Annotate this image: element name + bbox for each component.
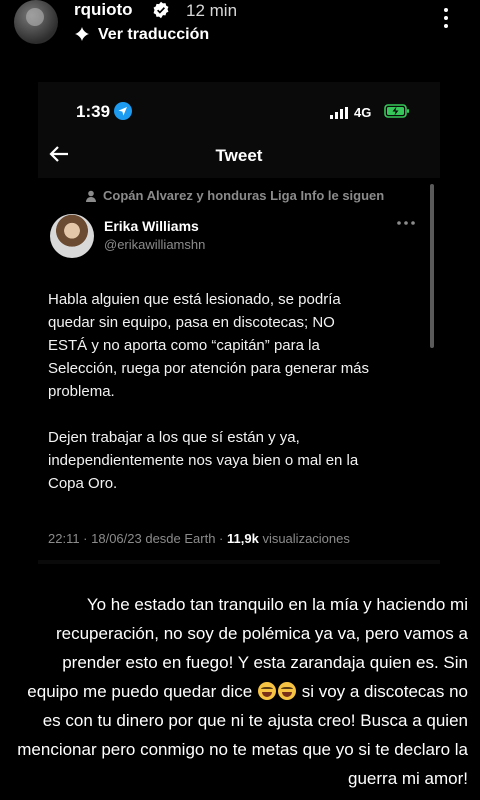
- more-options-icon[interactable]: [442, 8, 450, 34]
- story-time: 12 min: [186, 1, 238, 20]
- story-caption: Yo he estado tan tranquilo en la mía y h…: [12, 590, 468, 793]
- tweet-card: Copán Alvarez y honduras Liga Info le si…: [38, 178, 440, 560]
- face-with-tears-of-joy-icon: [257, 682, 276, 700]
- verified-badge-icon: [153, 1, 169, 19]
- story-username[interactable]: rquioto: [74, 0, 133, 20]
- face-with-tears-of-joy-icon: [277, 682, 296, 700]
- status-bar-time: 1:39: [76, 102, 111, 121]
- network-type: 4G: [354, 105, 372, 120]
- cellular-signal-icon: [330, 107, 348, 119]
- story-header: rquioto 12 min Ver traducción: [0, 0, 480, 50]
- author-avatar[interactable]: [50, 214, 94, 258]
- location-arrow-icon: [114, 102, 132, 120]
- tweet-date: 22:11 · 18/06/23 desde Earth ·: [48, 531, 227, 546]
- author-name[interactable]: Erika Williams: [104, 218, 199, 234]
- person-icon: [86, 190, 96, 202]
- tweet-text: Habla alguien que está lesionado, se pod…: [48, 291, 370, 492]
- tweet-more-icon[interactable]: [396, 220, 416, 226]
- social-context: Copán Alvarez y honduras Liga Info le si…: [103, 188, 385, 203]
- avatar[interactable]: [14, 0, 58, 44]
- translate-icon: [75, 27, 89, 41]
- page-title: Tweet: [215, 146, 263, 165]
- tweet-screenshot: 1:39 4G Tweet Copán Alvarez y honduras L…: [38, 82, 440, 564]
- tweet-meta: 22:11 · 18/06/23 desde Earth · 11,9k vis…: [48, 531, 350, 546]
- see-translation-link[interactable]: Ver traducción: [98, 26, 209, 44]
- author-handle[interactable]: @erikawilliamshn: [104, 237, 205, 252]
- battery-charging-icon: [384, 104, 409, 118]
- views-label: visualizaciones: [258, 531, 350, 546]
- views-count: 11,9k: [227, 531, 259, 546]
